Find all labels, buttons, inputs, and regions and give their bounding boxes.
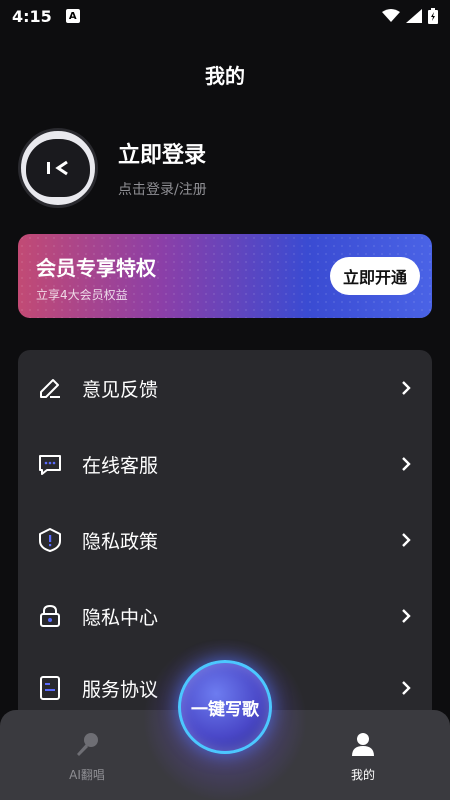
- login-subtitle[interactable]: 点击登录/注册: [118, 179, 207, 199]
- menu-item-feedback[interactable]: 意见反馈: [18, 350, 432, 426]
- chevron-right-icon: [398, 456, 414, 472]
- chevron-right-icon: [398, 380, 414, 396]
- menu-item-label: 意见反馈: [82, 378, 159, 401]
- chevron-right-icon: [398, 608, 414, 624]
- shield-icon: [36, 526, 64, 554]
- menu-item-privacy-policy[interactable]: 隐私政策: [18, 502, 432, 578]
- tab-label: AI翻唱: [69, 768, 105, 782]
- menu-item-label: 隐私政策: [82, 530, 159, 553]
- profile-section[interactable]: 立即登录 点击登录/注册: [18, 128, 207, 208]
- tab-mine[interactable]: 我的: [323, 730, 403, 783]
- chat-icon: [36, 450, 64, 478]
- menu-item-label: 隐私中心: [82, 606, 159, 629]
- tab-label: 我的: [350, 768, 375, 782]
- vip-subtitle: 立享4大会员权益: [36, 288, 128, 302]
- vip-banner[interactable]: 会员专享特权 立享4大会员权益 立即开通: [18, 234, 432, 318]
- login-title[interactable]: 立即登录: [118, 137, 207, 169]
- vip-title: 会员专享特权: [36, 256, 156, 280]
- status-time: 4:15: [12, 6, 52, 26]
- lock-icon: [36, 602, 64, 630]
- tab-ai-cover[interactable]: AI翻唱: [47, 730, 127, 783]
- chevron-right-icon: [398, 680, 414, 696]
- avatar[interactable]: [18, 128, 98, 208]
- robot-face-icon: [26, 139, 90, 197]
- menu-item-label: 在线客服: [82, 454, 159, 477]
- microphone-icon: [77, 733, 98, 756]
- notification-icon: A: [65, 9, 80, 23]
- status-icons: [382, 8, 438, 24]
- edit-icon: [36, 374, 64, 402]
- user-icon: [352, 733, 374, 756]
- signal-icon: [406, 9, 422, 23]
- battery-icon: [428, 8, 438, 24]
- status-bar: 4:15 A: [0, 0, 450, 32]
- wifi-icon: [382, 9, 400, 22]
- write-song-button[interactable]: 一键写歌: [178, 660, 272, 754]
- vip-activate-button[interactable]: 立即开通: [330, 257, 420, 295]
- menu-item-online-service[interactable]: 在线客服: [18, 426, 432, 502]
- document-icon: [36, 674, 64, 702]
- page-title: 我的: [205, 64, 245, 88]
- chevron-right-icon: [398, 532, 414, 548]
- profile-text[interactable]: 立即登录 点击登录/注册: [118, 137, 207, 199]
